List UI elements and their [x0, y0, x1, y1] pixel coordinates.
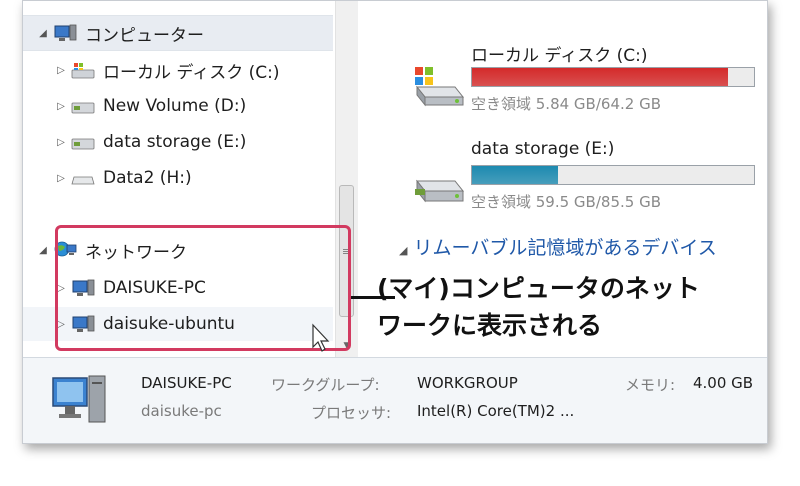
mouse-cursor-icon	[312, 323, 330, 352]
computer-icon	[54, 24, 77, 41]
hard-drive-icon	[71, 138, 95, 150]
computer-icon	[52, 375, 106, 423]
nav-item-label: コンピューター	[85, 25, 204, 46]
drive-name: ローカル ディスク (C:)	[471, 46, 648, 66]
collapsed-arrow-icon[interactable]: ▷	[55, 101, 67, 112]
details-computer-name: DAISUKE-PC	[141, 374, 232, 392]
nav-item-label: New Volume (D:)	[103, 96, 247, 116]
explorer-window: ◢ コンピューター ▷ ローカル ディスク (C:) ▷ New Volume …	[22, 0, 768, 444]
annotation-text: (マイ)コンピュータのネット ワークに表示される	[377, 270, 700, 344]
nav-item-computer[interactable]: ◢ コンピューター	[23, 15, 333, 51]
highlight-box	[55, 225, 351, 351]
collapsed-arrow-icon[interactable]: ▷	[55, 137, 67, 148]
annotation-line-2: ワークに表示される	[377, 311, 603, 340]
details-pane: DAISUKE-PC daisuke-pc ワークグループ: WORKGROUP…	[23, 357, 767, 443]
workgroup-label: ワークグループ:	[271, 376, 380, 394]
memory-value: 4.00 GB	[693, 374, 754, 392]
expanded-arrow-icon: ◢	[399, 244, 408, 257]
drive-name: data storage (E:)	[471, 139, 615, 159]
drive-usage-fill	[472, 166, 558, 184]
expanded-arrow-icon[interactable]: ◢	[37, 28, 49, 39]
processor-label: プロセッサ:	[311, 404, 392, 422]
drive-tile-c[interactable]: ローカル ディスク (C:) 空き領域 5.84 GB/64.2 GB	[389, 41, 767, 121]
section-header-label: リムーバブル記憶域があるデバイス	[413, 237, 717, 259]
hard-drive-icon	[71, 102, 95, 114]
windows-drive-icon	[415, 67, 465, 107]
drive-free-space: 空き領域 5.84 GB/64.2 GB	[471, 95, 661, 113]
nav-item-drive-h[interactable]: ▷ Data2 (H:)	[23, 161, 333, 195]
drive-free-space: 空き領域 59.5 GB/85.5 GB	[471, 193, 661, 211]
workgroup-value: WORKGROUP	[417, 374, 518, 392]
windows-drive-icon	[71, 63, 95, 79]
collapsed-arrow-icon[interactable]: ▷	[55, 173, 67, 184]
nav-item-drive-c[interactable]: ▷ ローカル ディスク (C:)	[23, 53, 333, 87]
collapsed-arrow-icon[interactable]: ▷	[55, 65, 67, 76]
memory-label: メモリ:	[625, 376, 676, 394]
nav-item-label: Data2 (H:)	[103, 168, 192, 188]
drive-usage-bar	[471, 165, 755, 185]
details-computer-sub: daisuke-pc	[141, 402, 222, 420]
nav-item-drive-e[interactable]: ▷ data storage (E:)	[23, 125, 333, 159]
nav-item-label: data storage (E:)	[103, 132, 247, 152]
expanded-arrow-icon[interactable]: ◢	[37, 245, 49, 256]
annotation-line-1: (マイ)コンピュータのネット	[377, 274, 700, 303]
drive-usage-fill	[472, 68, 729, 86]
processor-value: Intel(R) Core(TM)2 ...	[417, 402, 575, 420]
drive-usage-bar	[471, 67, 755, 87]
drive-tile-e[interactable]: data storage (E:) 空き領域 59.5 GB/85.5 GB	[389, 139, 767, 219]
hard-drive-icon	[415, 179, 465, 203]
section-header-removable[interactable]: ◢ リムーバブル記憶域があるデバイス	[399, 233, 717, 260]
removable-drive-icon	[71, 176, 95, 185]
nav-item-label: ローカル ディスク (C:)	[103, 62, 280, 83]
nav-item-drive-d[interactable]: ▷ New Volume (D:)	[23, 89, 333, 123]
